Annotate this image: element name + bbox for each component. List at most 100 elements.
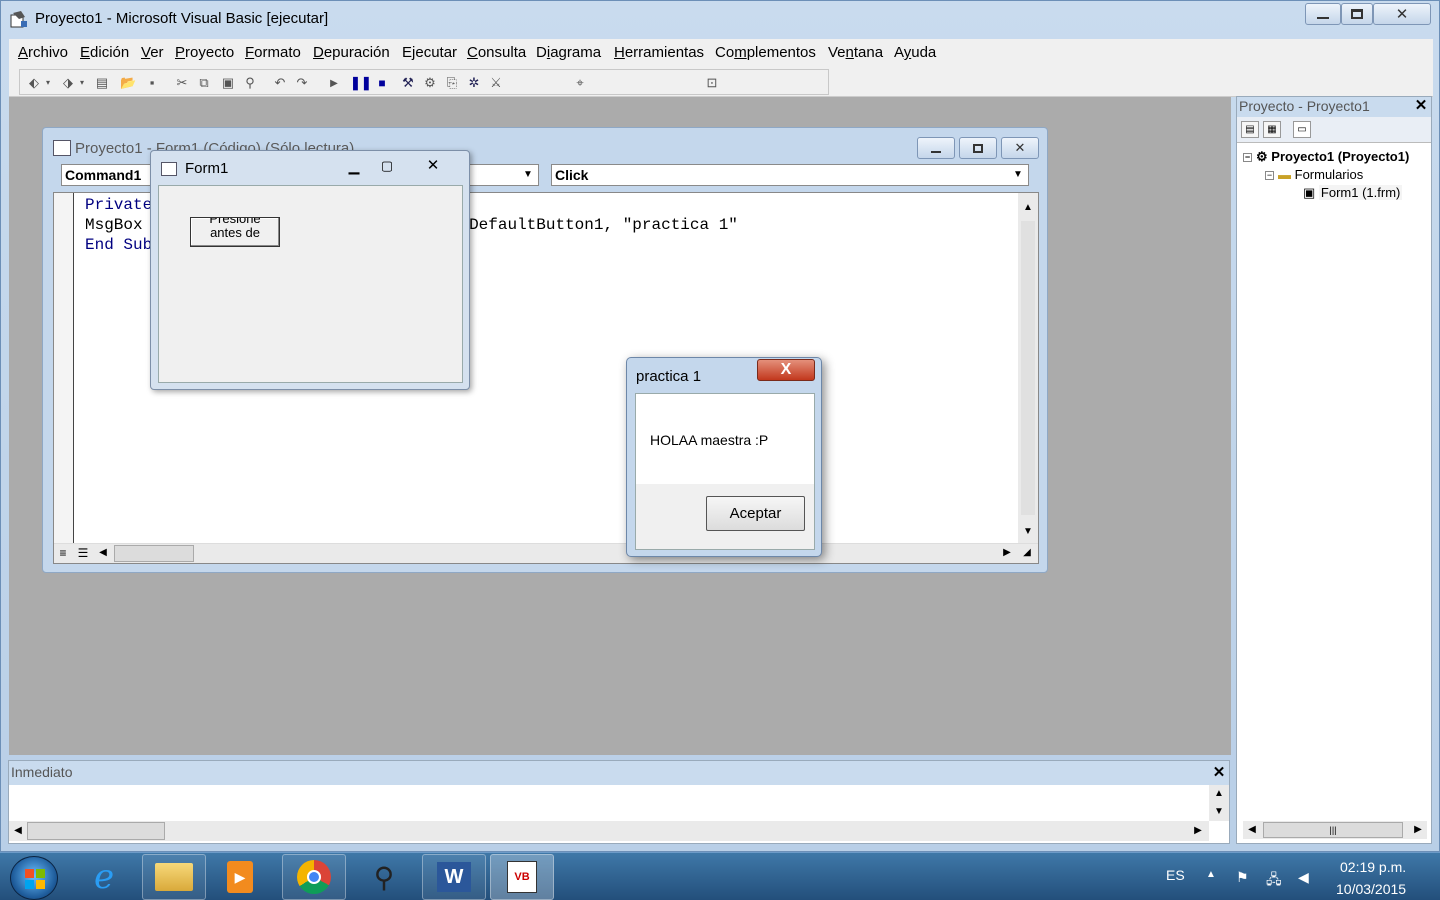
scroll-down-icon[interactable]: ▼	[1210, 803, 1228, 821]
view-object-icon[interactable]: ▦	[1263, 121, 1281, 138]
form1-window[interactable]: Form1 ▁ ▢ ✕ Presione antes de	[150, 150, 470, 390]
clock-date[interactable]: 10/03/2015	[1336, 881, 1406, 897]
form1-close-button[interactable]: ✕	[403, 155, 463, 177]
command1-button[interactable]: Presione antes de	[190, 217, 280, 247]
network-icon[interactable]: 🖧	[1266, 869, 1282, 893]
stop-icon[interactable]: ■	[374, 75, 390, 91]
procedure-combo[interactable]: Click ▼	[551, 164, 1029, 186]
procedure-view-icon[interactable]: ≡	[54, 544, 72, 562]
scroll-left-icon[interactable]: ◀	[9, 822, 27, 840]
scroll-left-icon[interactable]: ◀	[94, 544, 112, 562]
maximize-button[interactable]	[1341, 3, 1373, 25]
scroll-thumb[interactable]: |||	[1263, 822, 1403, 838]
scroll-track[interactable]	[1021, 221, 1035, 515]
clock-time[interactable]: 02:19 p.m.	[1340, 859, 1406, 875]
immediate-input[interactable]	[9, 785, 1209, 821]
scroll-down-icon[interactable]: ▼	[1019, 523, 1037, 541]
copy-icon[interactable]: ⧉	[196, 75, 212, 91]
taskbar-media[interactable]: ▶	[208, 854, 272, 900]
menu-item-ejecutar[interactable]: Ejecutar	[402, 44, 457, 61]
menu-item-ayuda[interactable]: Ayuda	[894, 44, 936, 61]
find-icon[interactable]: ⚲	[242, 75, 258, 91]
immediate-close-icon[interactable]: ✕	[1211, 765, 1227, 781]
taskbar-tennis-app[interactable]: ⚲	[352, 854, 416, 900]
chevron-down-icon[interactable]: ▼	[1010, 167, 1026, 183]
dropdown-arrow-icon[interactable]: ▾	[74, 75, 90, 91]
code-line[interactable]: End Sub	[85, 236, 152, 254]
immediate-window[interactable]: Inmediato ✕ ▲ ▼ ◀ ▶	[8, 760, 1230, 844]
tree-form-node[interactable]: ▣ Form1 (1.frm)	[1303, 185, 1403, 201]
scroll-up-icon[interactable]: ▲	[1210, 785, 1228, 803]
dropdown-arrow-icon[interactable]: ▾	[40, 75, 56, 91]
menu-item-archivo[interactable]: Archivo	[18, 44, 68, 61]
taskbar-explorer[interactable]	[142, 854, 206, 900]
taskbar-word[interactable]: W	[422, 854, 486, 900]
code-maximize-button[interactable]	[959, 137, 997, 159]
scroll-thumb[interactable]	[27, 822, 165, 840]
menu-item-edición[interactable]: Edición	[80, 44, 129, 61]
scroll-thumb[interactable]	[114, 545, 194, 562]
scroll-left-icon[interactable]: ◀	[1243, 821, 1261, 839]
code-close-button[interactable]: ✕	[1001, 137, 1039, 159]
resize-grip-icon[interactable]: ◢	[1018, 544, 1036, 562]
minimize-button[interactable]	[1305, 3, 1341, 25]
project-explorer-hscroll[interactable]: ◀ ||| ▶	[1243, 821, 1427, 839]
title-bar[interactable]: Proyecto1 - Microsoft Visual Basic [ejec…	[1, 1, 1440, 37]
open-icon[interactable]: 📂	[120, 75, 136, 91]
menu-item-depuración[interactable]: Depuración	[313, 44, 390, 61]
immediate-vscroll[interactable]: ▲ ▼	[1209, 785, 1229, 821]
tree-project-node[interactable]: − ⚙ Proyecto1 (Proyecto1)	[1243, 149, 1409, 165]
menu-item-complementos[interactable]: Complementos	[715, 44, 816, 61]
action-center-flag-icon[interactable]: ⚑	[1236, 869, 1249, 886]
toggle-folders-icon[interactable]: ▭	[1293, 121, 1311, 138]
properties-icon[interactable]: ⚙	[422, 75, 438, 91]
language-indicator[interactable]: ES	[1166, 867, 1185, 883]
toolbox-icon[interactable]: ⚔	[488, 75, 504, 91]
tree-folder-node[interactable]: − ▬ Formularios	[1265, 167, 1363, 182]
undo-icon[interactable]: ↶	[272, 75, 288, 91]
collapse-icon[interactable]: −	[1265, 171, 1274, 181]
show-hidden-icons-icon[interactable]: ▲	[1206, 869, 1216, 880]
scroll-right-icon[interactable]: ▶	[1189, 822, 1207, 840]
save-icon[interactable]: ▪	[144, 75, 160, 91]
collapse-icon[interactable]: −	[1243, 153, 1252, 163]
close-button[interactable]: ✕	[1373, 3, 1431, 25]
scroll-right-icon[interactable]: ▶	[1409, 821, 1427, 839]
msgbox-close-button[interactable]: X	[757, 359, 815, 381]
scroll-right-icon[interactable]: ▶	[998, 544, 1016, 562]
full-module-view-icon[interactable]: ☰	[74, 544, 92, 562]
menu-item-diagrama[interactable]: Diagrama	[536, 44, 601, 61]
form1-maximize-button[interactable]: ▢	[371, 155, 403, 177]
menu-item-formato[interactable]: Formato	[245, 44, 301, 61]
taskbar-chrome[interactable]	[282, 854, 346, 900]
volume-icon[interactable]: ◀	[1298, 869, 1309, 886]
menu-item-proyecto[interactable]: Proyecto	[175, 44, 234, 61]
immediate-hscroll[interactable]: ◀ ▶	[9, 821, 1209, 841]
pause-icon[interactable]: ❚❚	[350, 75, 372, 91]
chevron-down-icon[interactable]: ▼	[520, 167, 536, 183]
taskbar-ie[interactable]: e	[72, 854, 136, 900]
menu-item-herramientas[interactable]: Herramientas	[614, 44, 704, 61]
taskbar-vb6[interactable]: VB	[490, 854, 554, 900]
form-layout-icon[interactable]: ⎘	[444, 75, 460, 91]
cut-icon[interactable]: ✂	[174, 75, 190, 91]
menu-item-consulta[interactable]: Consulta	[467, 44, 526, 61]
ok-button[interactable]: Aceptar	[706, 496, 805, 531]
redo-icon[interactable]: ↷	[294, 75, 310, 91]
project-explorer-icon[interactable]: ⚒	[400, 75, 416, 91]
vertical-scrollbar[interactable]: ▲ ▼	[1018, 193, 1038, 543]
start-button[interactable]	[10, 856, 58, 900]
paste-icon[interactable]: ▣	[220, 75, 236, 91]
start-icon[interactable]: ▶	[326, 76, 342, 92]
form1-minimize-button[interactable]: ▁	[337, 155, 371, 177]
menu-item-ver[interactable]: Ver	[141, 44, 164, 61]
object-browser-icon[interactable]: ✲	[466, 75, 482, 91]
menu-editor-icon[interactable]: ▤	[94, 75, 110, 91]
menu-item-ventana[interactable]: Ventana	[828, 44, 883, 61]
margin-indicator-bar[interactable]	[54, 193, 74, 543]
msgbox-dialog[interactable]: practica 1 X HOLAA maestra :P Aceptar	[626, 357, 822, 557]
scroll-up-icon[interactable]: ▲	[1019, 199, 1037, 217]
code-minimize-button[interactable]	[917, 137, 955, 159]
project-explorer-close-icon[interactable]: ✕	[1413, 98, 1429, 114]
view-code-icon[interactable]: ▤	[1241, 121, 1259, 138]
